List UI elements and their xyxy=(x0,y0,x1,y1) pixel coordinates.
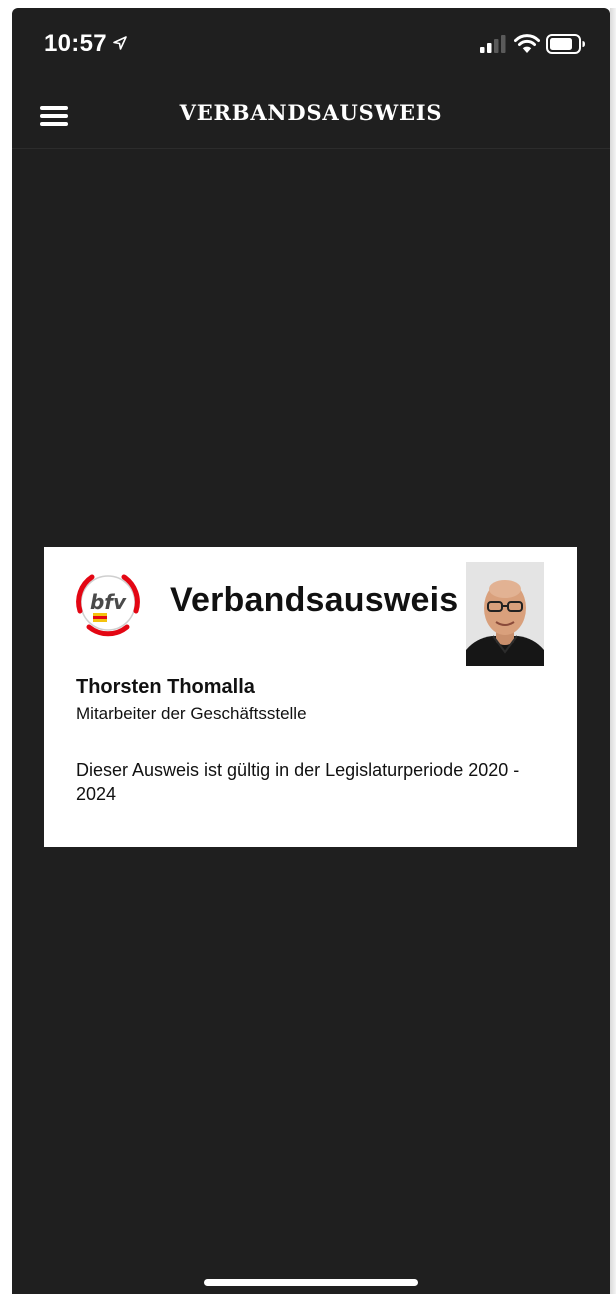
profile-photo xyxy=(466,562,544,666)
card-title: Verbandsausweis xyxy=(170,581,459,619)
membership-card: bfv Verbandsausweis Thorsten Thomalla Mi… xyxy=(44,547,577,847)
navigation-bar: VERBANDSAUSWEIS xyxy=(12,84,610,149)
cellular-signal-icon xyxy=(480,35,506,53)
holder-role: Mitarbeiter der Geschäftsstelle xyxy=(76,704,307,723)
app-screen: 10:57 VERBANDSAUSWEIS bfv Verbandsauswei… xyxy=(12,8,610,1294)
device-edge xyxy=(610,8,616,1294)
location-arrow-icon xyxy=(113,36,127,50)
wifi-icon xyxy=(514,34,540,53)
page-title: VERBANDSAUSWEIS xyxy=(179,100,443,125)
status-time: 10:57 xyxy=(44,30,107,57)
holder-name: Thorsten Thomalla xyxy=(76,676,255,698)
battery-icon xyxy=(546,34,585,54)
validity-text: Dieser Ausweis ist gültig in der Legisla… xyxy=(76,760,520,804)
bfv-logo: bfv xyxy=(76,574,140,637)
logo-text: bfv xyxy=(90,590,127,614)
status-bar: 10:57 xyxy=(12,8,610,84)
home-indicator[interactable] xyxy=(204,1279,418,1286)
